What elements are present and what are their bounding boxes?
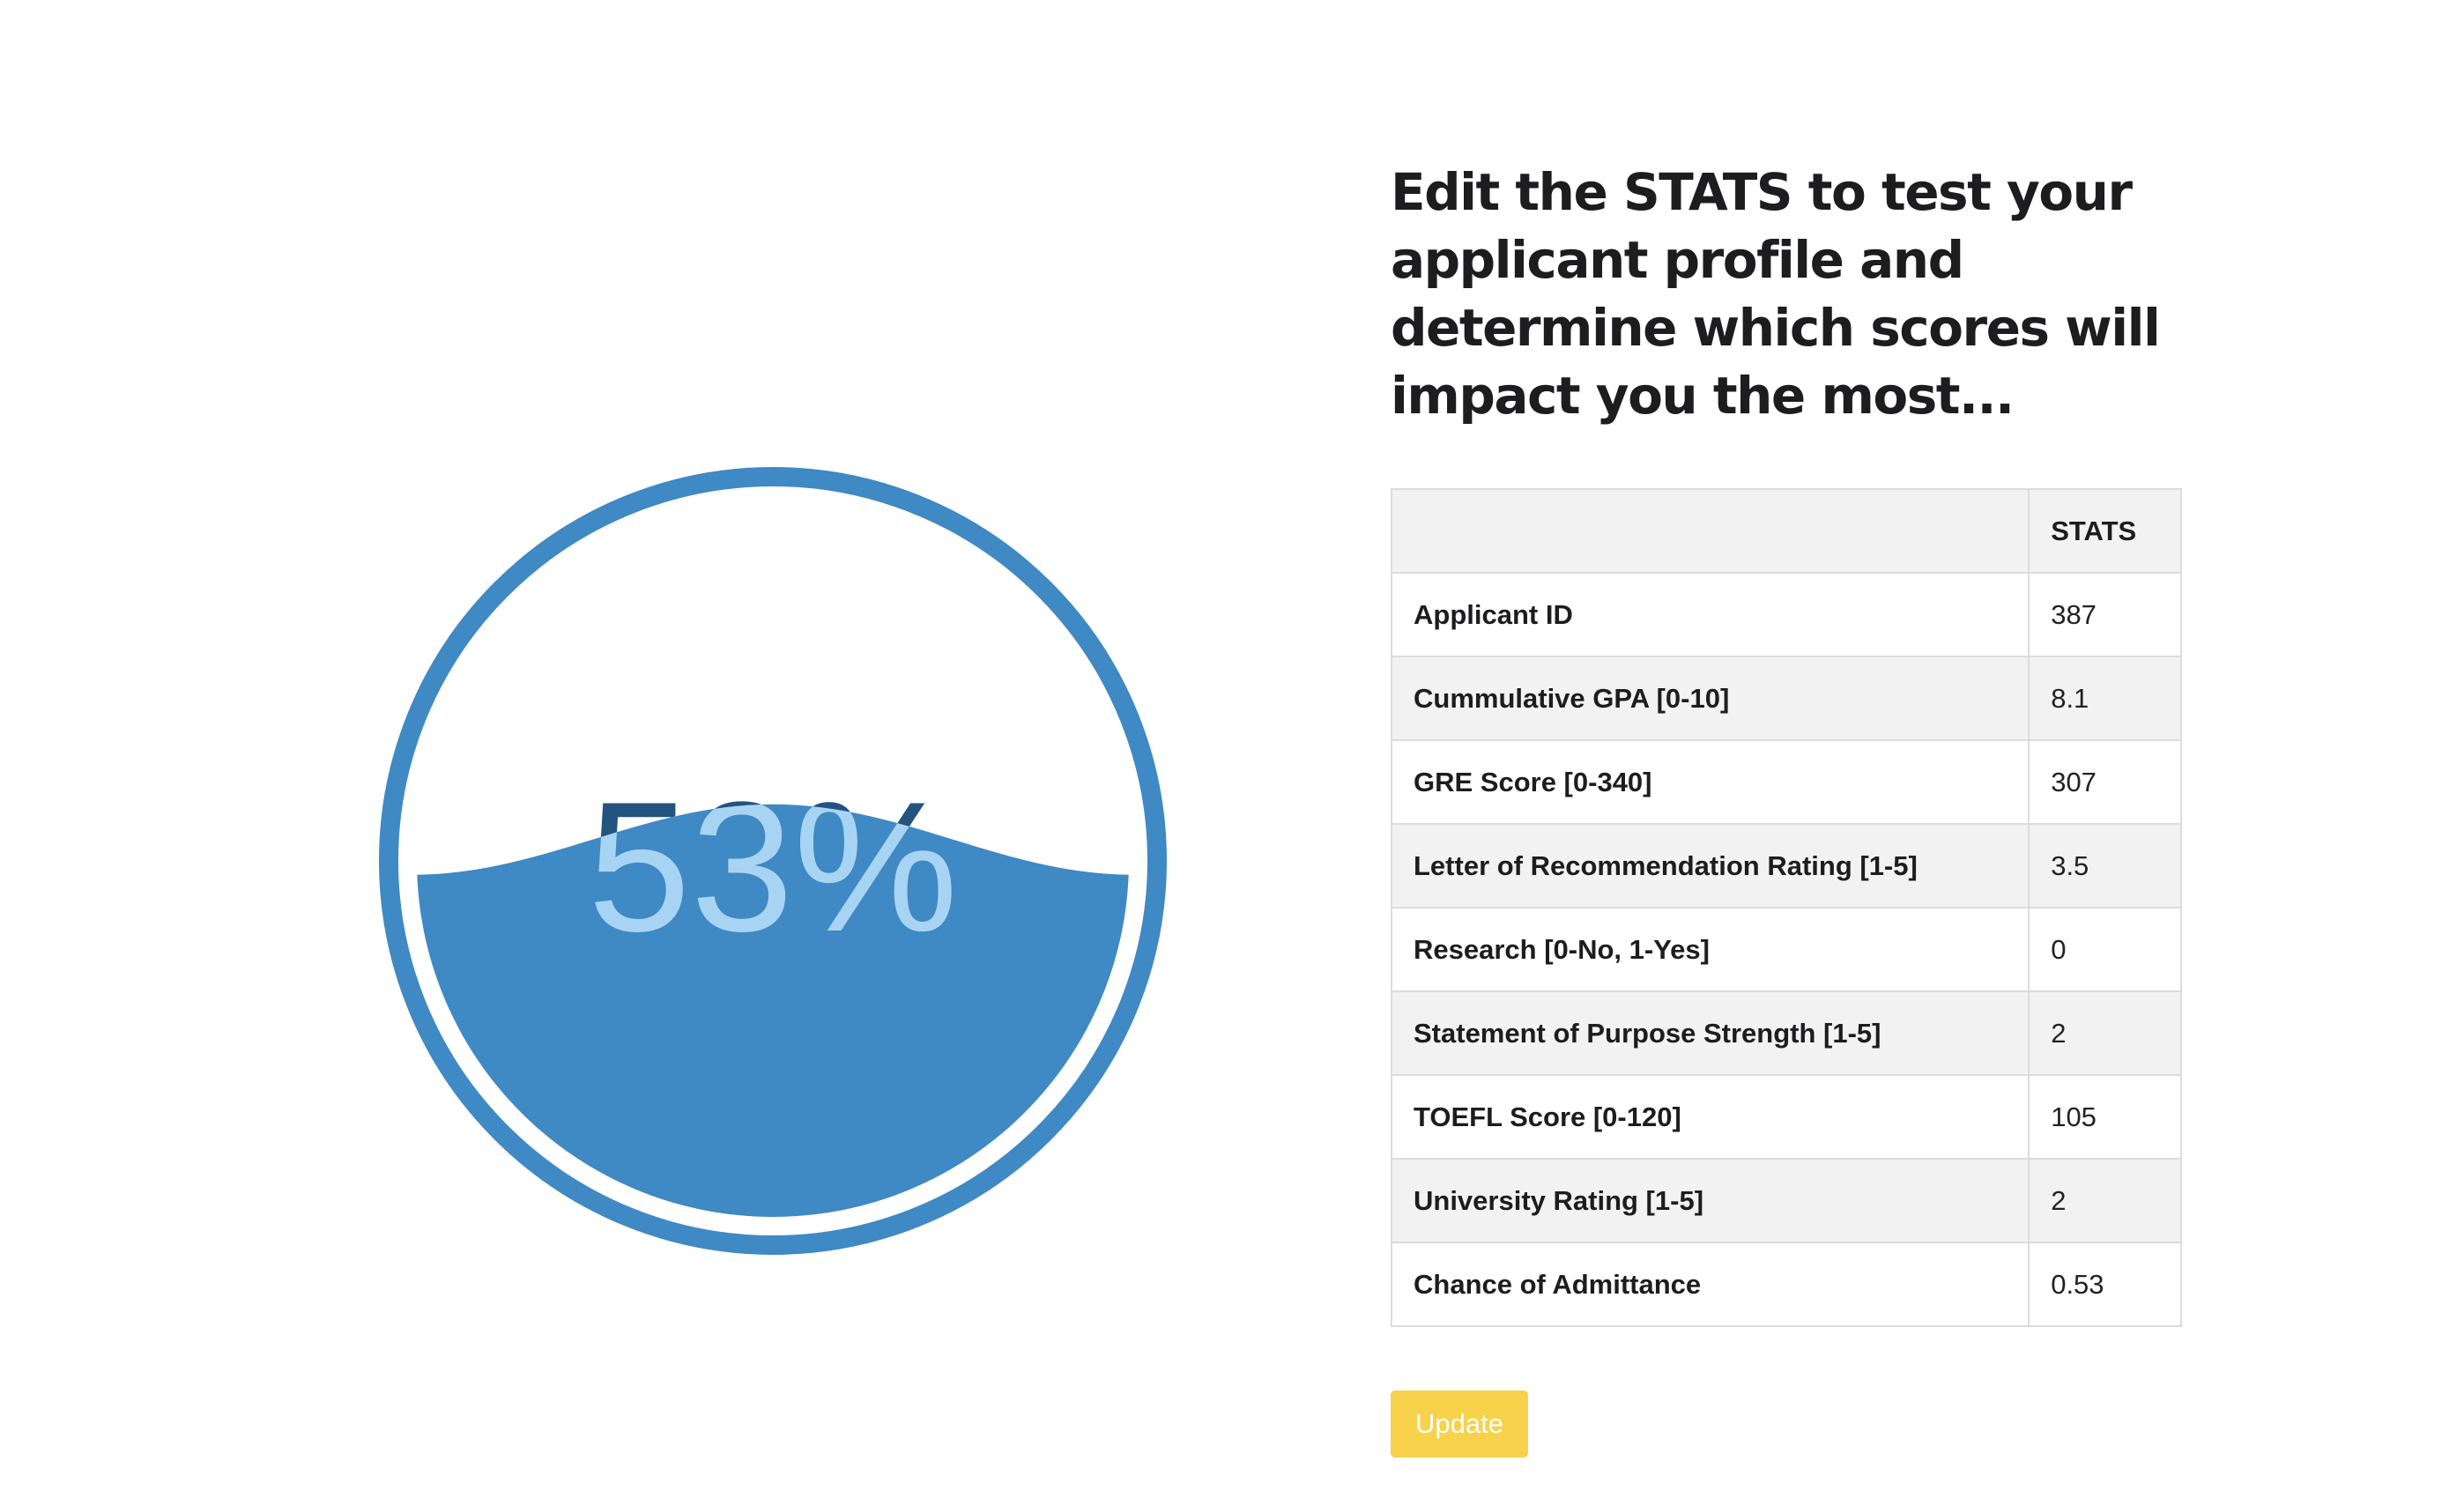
row-value-editable[interactable]: 307	[2028, 739, 2182, 825]
row-value-editable[interactable]: 2	[2028, 1158, 2182, 1243]
table-header-stats: STATS	[2028, 488, 2182, 574]
gauge-graphic: 53% 53%	[379, 467, 1167, 1255]
table-row-applicant-id: Applicant ID 387	[1390, 572, 2182, 657]
row-value-editable[interactable]: 0	[2028, 907, 2182, 992]
table-row-gre: GRE Score [0-340] 307	[1390, 739, 2182, 825]
row-label: Letter of Recommendation Rating [1-5]	[1390, 823, 2030, 908]
row-value-editable[interactable]: 387	[2028, 572, 2182, 657]
row-label: Statement of Purpose Strength [1-5]	[1390, 990, 2030, 1076]
stats-panel: Edit the STATS to test your applicant pr…	[1390, 159, 2184, 1457]
table-row-chance: Chance of Admittance 0.53	[1390, 1242, 2182, 1327]
row-label: Cummulative GPA [0-10]	[1390, 656, 2030, 741]
table-header-row: STATS	[1390, 488, 2182, 574]
table-row-lor: Letter of Recommendation Rating [1-5] 3.…	[1390, 823, 2182, 908]
table-row-university-rating: University Rating [1-5] 2	[1390, 1158, 2182, 1243]
stats-table: STATS Applicant ID 387 Cummulative GPA […	[1390, 488, 2182, 1327]
table-header-label	[1390, 488, 2030, 574]
row-label: University Rating [1-5]	[1390, 1158, 2030, 1243]
admission-chance-gauge: 53% 53%	[379, 467, 1167, 1255]
page-title: Edit the STATS to test your applicant pr…	[1391, 162, 2161, 426]
row-value-editable[interactable]: 105	[2028, 1074, 2182, 1160]
row-value-editable[interactable]: 2	[2028, 990, 2182, 1076]
table-row-gpa: Cummulative GPA [0-10] 8.1	[1390, 656, 2182, 741]
row-value-editable[interactable]: 3.5	[2028, 823, 2182, 908]
row-label: GRE Score [0-340]	[1390, 739, 2030, 825]
table-row-toefl: TOEFL Score [0-120] 105	[1390, 1074, 2182, 1160]
table-row-research: Research [0-No, 1-Yes] 0	[1390, 907, 2182, 992]
row-value-editable[interactable]: 8.1	[2028, 656, 2182, 741]
row-label: Research [0-No, 1-Yes]	[1390, 907, 2030, 992]
table-row-sop: Statement of Purpose Strength [1-5] 2	[1390, 990, 2182, 1076]
update-button[interactable]: Update	[1391, 1390, 1528, 1457]
row-value-chance: 0.53	[2028, 1242, 2182, 1327]
row-label: Chance of Admittance	[1390, 1242, 2030, 1327]
row-label: Applicant ID	[1390, 572, 2030, 657]
row-label: TOEFL Score [0-120]	[1390, 1074, 2030, 1160]
